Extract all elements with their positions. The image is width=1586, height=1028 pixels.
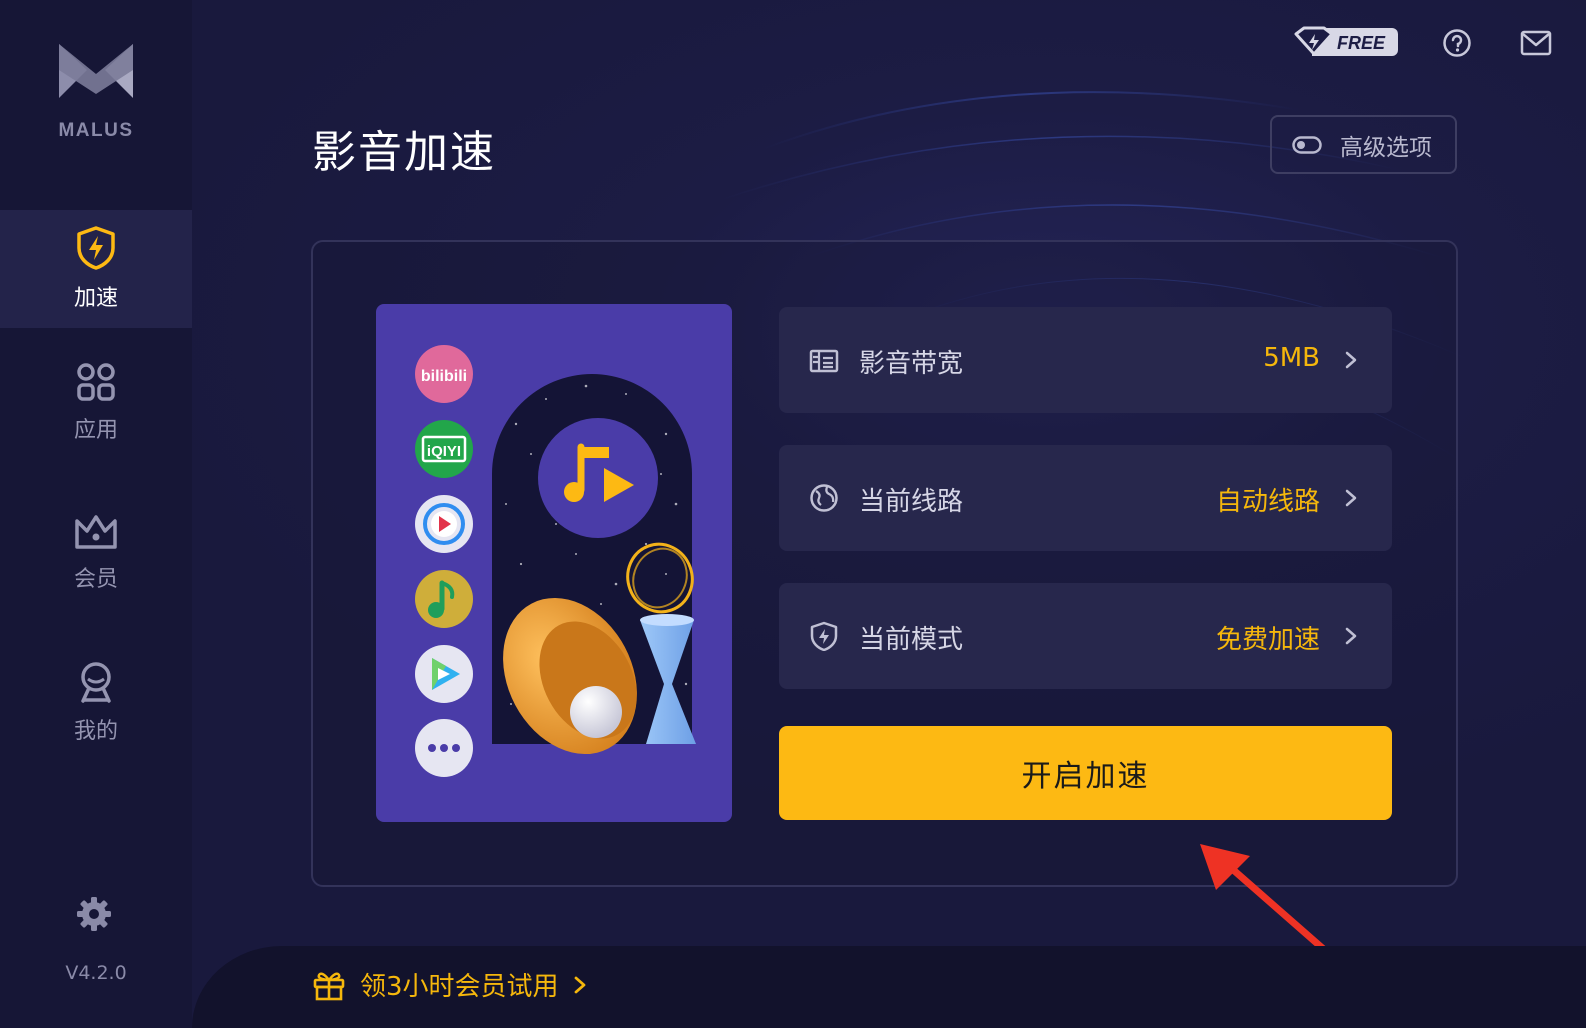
trial-promo-link[interactable]: 领3小时会员试用 bbox=[312, 966, 587, 1003]
free-badge-label: FREE bbox=[1337, 33, 1386, 53]
shield-bolt-icon bbox=[77, 226, 115, 270]
free-badge[interactable]: FREE bbox=[1294, 26, 1398, 58]
start-acceleration-button[interactable]: 开启加速 bbox=[779, 726, 1392, 820]
crown-icon bbox=[75, 515, 117, 549]
route-label: 当前线路 bbox=[859, 487, 964, 517]
sidebar-item-accelerate[interactable]: 加速 bbox=[0, 210, 192, 328]
toggle-icon bbox=[1292, 135, 1322, 154]
chevron-right-icon bbox=[1345, 351, 1357, 369]
chevron-right-icon bbox=[574, 976, 585, 993]
media-illustration: bilibili iQIYI bbox=[376, 304, 732, 822]
bilibili-icon: bilibili bbox=[415, 345, 473, 403]
user-icon bbox=[81, 662, 111, 703]
globe-icon bbox=[810, 484, 838, 512]
mode-value: 免费加速 bbox=[1215, 625, 1320, 655]
route-value: 自动线路 bbox=[1215, 487, 1320, 517]
chevron-right-icon bbox=[1345, 627, 1357, 645]
app-window: MALUS 加速 应用 会员 我的 V4.2.0 FREE 影音加速 高级选项 … bbox=[0, 0, 1586, 1028]
music-badge bbox=[538, 418, 658, 538]
malus-logo-icon bbox=[59, 44, 133, 98]
trial-promo-label: 领3小时会员试用 bbox=[360, 972, 559, 1002]
svg-text:bilibili: bilibili bbox=[421, 368, 467, 385]
mode-label: 当前模式 bbox=[859, 625, 964, 655]
mail-icon[interactable] bbox=[1520, 30, 1552, 56]
sidebar-item-profile[interactable]: 我的 bbox=[0, 644, 192, 762]
bandwidth-icon bbox=[809, 349, 839, 373]
more-apps-icon bbox=[415, 719, 473, 777]
sidebar-item-label: 应用 bbox=[73, 418, 118, 443]
apps-grid-icon bbox=[77, 363, 115, 401]
shield-bolt-icon bbox=[810, 621, 838, 651]
brand-name: MALUS bbox=[58, 120, 134, 141]
advanced-options-label: 高级选项 bbox=[1340, 134, 1432, 161]
sidebar-item-label: 加速 bbox=[73, 286, 118, 311]
sidebar-item-membership[interactable]: 会员 bbox=[0, 494, 192, 612]
chevron-right-icon bbox=[1345, 489, 1357, 507]
gift-icon bbox=[313, 972, 345, 1000]
app-version: V4.2.0 bbox=[65, 962, 127, 984]
iqiyi-icon: iQIYI bbox=[415, 420, 473, 478]
svg-text:iQIYI: iQIYI bbox=[427, 443, 461, 460]
tencent-video-icon bbox=[415, 495, 473, 553]
help-icon[interactable] bbox=[1442, 28, 1472, 58]
gear-icon[interactable] bbox=[74, 894, 114, 934]
bandwidth-row[interactable]: 影音带宽 5MB bbox=[779, 307, 1392, 413]
sidebar-item-label: 会员 bbox=[73, 567, 118, 592]
page-title: 影音加速 bbox=[312, 127, 496, 178]
bandwidth-label: 影音带宽 bbox=[859, 349, 964, 379]
sidebar-item-label: 我的 bbox=[73, 719, 118, 744]
qq-music-icon bbox=[415, 570, 473, 628]
youku-icon bbox=[415, 645, 473, 703]
mode-row[interactable]: 当前模式 免费加速 bbox=[779, 583, 1392, 689]
sidebar-item-apps[interactable]: 应用 bbox=[0, 344, 192, 462]
bandwidth-value: 5MB bbox=[1263, 343, 1320, 373]
sidebar: MALUS 加速 应用 会员 我的 V4.2.0 bbox=[0, 0, 192, 1028]
advanced-options-button[interactable]: 高级选项 bbox=[1270, 115, 1457, 174]
app-logo: MALUS bbox=[0, 40, 192, 142]
route-row[interactable]: 当前线路 自动线路 bbox=[779, 445, 1392, 551]
